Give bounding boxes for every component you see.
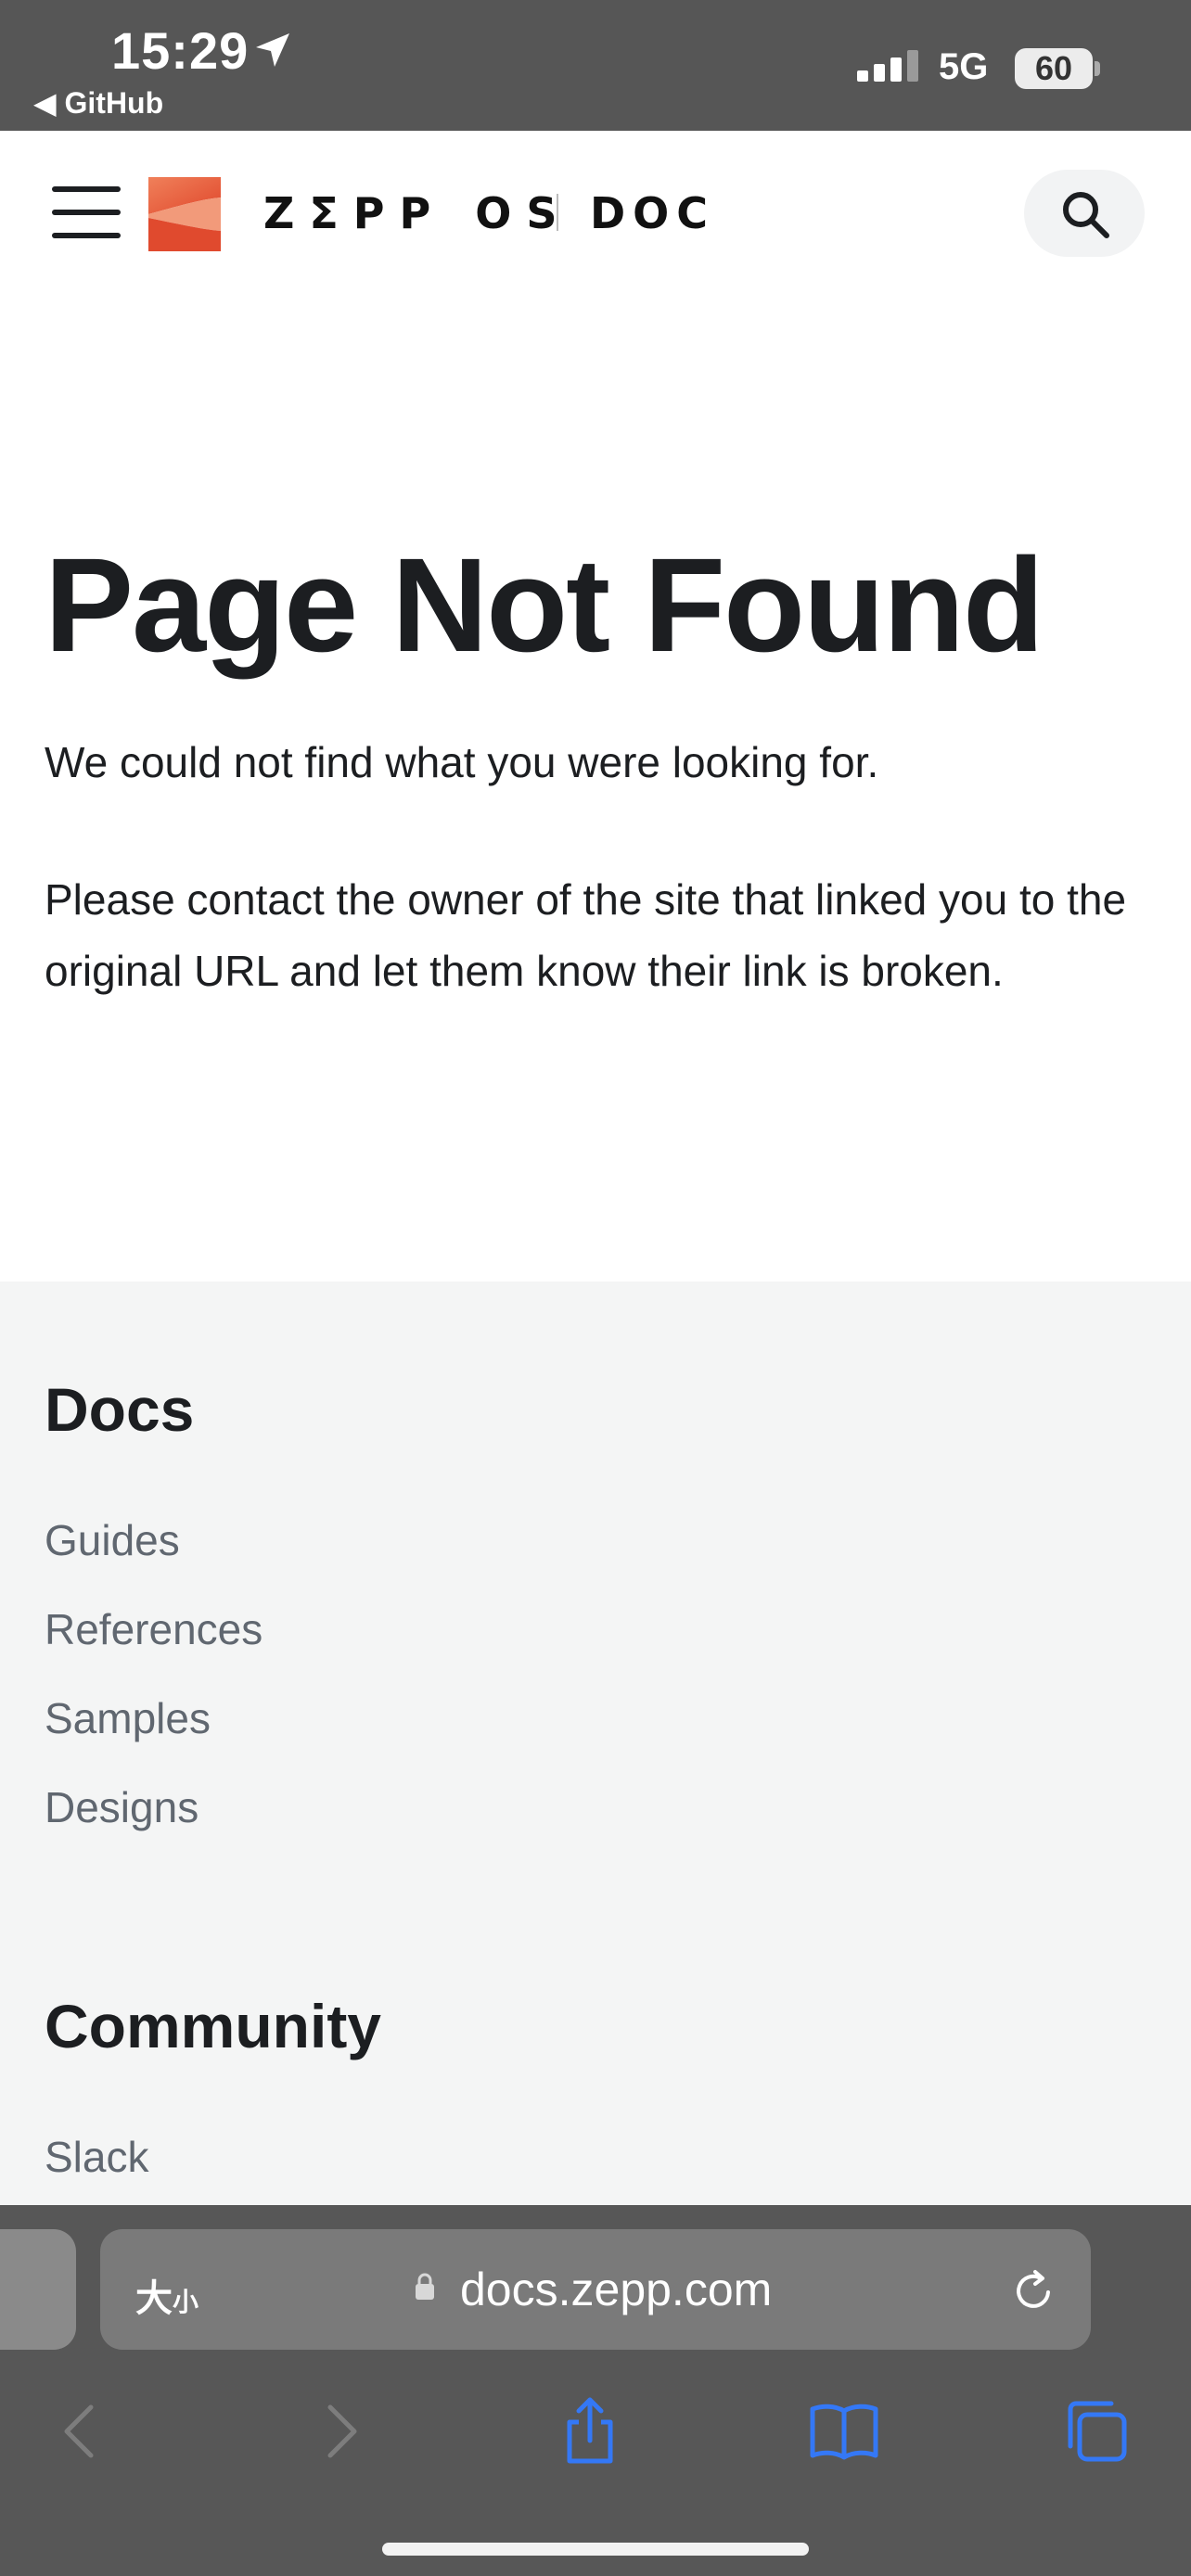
text-size-label: 大 <box>135 2278 173 2319</box>
reload-icon[interactable] <box>1007 2264 1059 2316</box>
not-found-message: We could not find what you were looking … <box>45 738 879 786</box>
bookmarks-icon[interactable] <box>807 2394 881 2468</box>
menu-icon[interactable] <box>52 186 121 238</box>
battery-icon: 60 <box>1015 48 1093 89</box>
text-size-button[interactable]: 大小 <box>135 2268 198 2322</box>
site-navbar: ZΣPP OS DOC <box>0 131 1191 294</box>
battery-nub <box>1095 61 1100 76</box>
status-bar: 15:29 ◀ GitHub 5G 60 <box>0 0 1191 131</box>
footer-link-designs[interactable]: Designs <box>45 1782 198 1832</box>
footer-community-title: Community <box>45 1992 381 2060</box>
search-icon <box>1063 192 1109 238</box>
footer-link-samples[interactable]: Samples <box>45 1693 211 1743</box>
lock-icon <box>416 2273 434 2300</box>
zepp-logo-icon[interactable] <box>148 177 221 251</box>
footer-link-slack[interactable]: Slack <box>45 2132 148 2182</box>
site-footer: Docs Guides References Samples Designs C… <box>0 1282 1191 2209</box>
contact-owner-message: Please contact the owner of the site tha… <box>45 875 1127 995</box>
brand-name[interactable]: ZΣPP OS <box>263 188 571 238</box>
url-text[interactable]: docs.zepp.com <box>460 2263 772 2316</box>
footer-docs-title: Docs <box>45 1375 195 1444</box>
footer-link-guides[interactable]: Guides <box>45 1515 180 1565</box>
browser-toolbar: 大小 docs.zepp.com <box>0 2205 1191 2576</box>
page-title: Page Not Found <box>45 530 1044 680</box>
tabs-icon[interactable] <box>1059 2394 1133 2468</box>
brand-section[interactable]: DOC <box>590 188 715 238</box>
back-to-app-link[interactable]: ◀ GitHub <box>33 85 163 121</box>
search-button[interactable] <box>1024 170 1145 257</box>
text-size-small-label: 小 <box>173 2288 199 2316</box>
home-indicator <box>382 2543 809 2556</box>
brand-divider <box>557 194 558 231</box>
previous-tab-preview[interactable] <box>0 2229 76 2350</box>
footer-link-references[interactable]: References <box>45 1604 263 1654</box>
status-time: 15:29 <box>111 21 250 80</box>
share-icon[interactable] <box>553 2394 627 2468</box>
address-bar[interactable]: 大小 docs.zepp.com <box>100 2229 1091 2350</box>
location-arrow-icon <box>256 33 289 67</box>
network-type: 5G <box>939 46 989 87</box>
forward-icon[interactable] <box>302 2394 377 2468</box>
cellular-signal-icon <box>857 50 918 82</box>
back-icon[interactable] <box>45 2394 119 2468</box>
